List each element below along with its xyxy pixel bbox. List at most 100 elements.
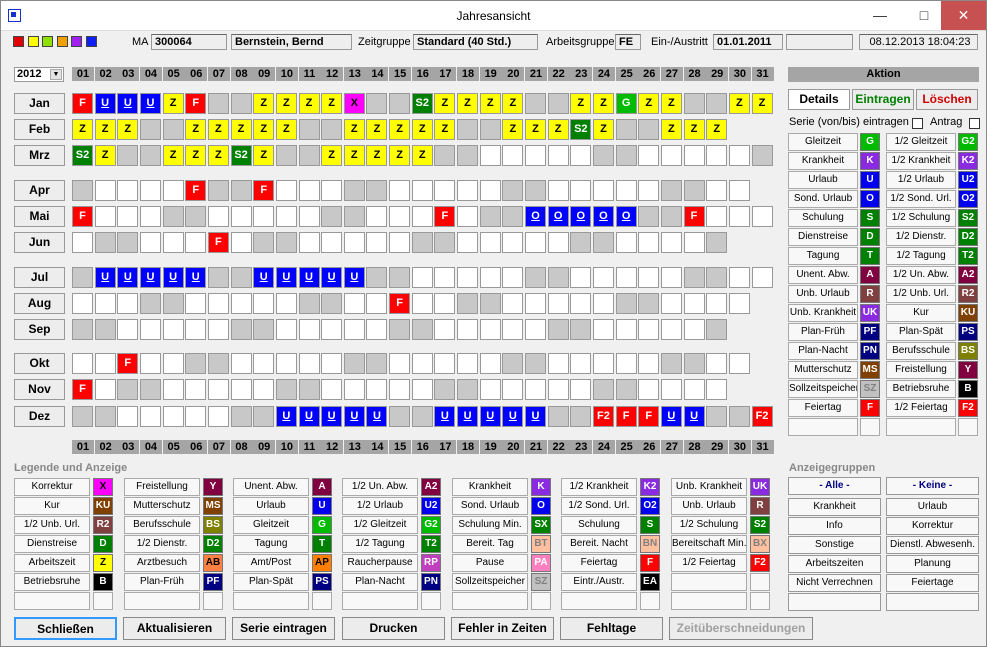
day-cell[interactable]: U xyxy=(479,406,501,427)
day-cell[interactable]: U xyxy=(321,406,343,427)
day-cell[interactable] xyxy=(207,379,229,400)
day-cell[interactable] xyxy=(366,206,388,227)
day-cell[interactable] xyxy=(253,206,275,227)
day-cell[interactable] xyxy=(321,232,343,253)
day-cell[interactable] xyxy=(457,353,479,374)
aktion-code[interactable]: PN xyxy=(860,342,880,360)
aktion-code[interactable]: F xyxy=(860,399,880,417)
day-cell[interactable] xyxy=(162,119,184,140)
gruppe-button[interactable]: Sonstige xyxy=(788,536,881,554)
day-cell[interactable] xyxy=(139,293,161,314)
day-cell[interactable] xyxy=(162,406,184,427)
aktion-code[interactable]: KU xyxy=(958,304,978,322)
day-cell[interactable] xyxy=(389,232,411,253)
day-cell[interactable]: Z xyxy=(547,119,569,140)
maximize-icon[interactable]: □ xyxy=(908,1,940,30)
aktion-code[interactable]: G xyxy=(860,133,880,151)
gruppe-button[interactable]: Info xyxy=(788,517,881,535)
day-cell[interactable] xyxy=(117,406,139,427)
gruppe-button[interactable]: Korrektur xyxy=(886,517,979,535)
day-cell[interactable] xyxy=(94,206,116,227)
aktion-item[interactable]: Mutterschutz xyxy=(788,361,858,379)
day-cell[interactable]: Z xyxy=(321,145,343,166)
day-cell[interactable] xyxy=(411,379,433,400)
day-cell[interactable] xyxy=(411,319,433,340)
day-cell[interactable] xyxy=(547,319,569,340)
day-cell[interactable] xyxy=(72,293,93,314)
day-cell[interactable] xyxy=(139,319,161,340)
day-cell[interactable] xyxy=(638,293,660,314)
day-cell[interactable] xyxy=(411,206,433,227)
day-cell[interactable] xyxy=(706,180,728,201)
day-cell[interactable] xyxy=(389,319,411,340)
day-cell[interactable] xyxy=(207,267,229,288)
day-cell[interactable]: Z xyxy=(117,119,139,140)
day-cell[interactable]: F xyxy=(185,180,207,201)
day-cell[interactable] xyxy=(298,232,320,253)
day-cell[interactable] xyxy=(275,180,297,201)
day-cell[interactable]: Z xyxy=(706,119,728,140)
aktion-item[interactable]: Plan-Nacht xyxy=(788,342,858,360)
day-cell[interactable]: S2 xyxy=(72,145,93,166)
day-cell[interactable]: Z xyxy=(479,93,501,114)
aktion-item[interactable]: Urlaub xyxy=(788,171,858,189)
day-cell[interactable]: Z xyxy=(457,93,479,114)
day-cell[interactable] xyxy=(638,353,660,374)
day-cell[interactable] xyxy=(275,353,297,374)
day-cell[interactable]: Z xyxy=(638,93,660,114)
day-cell[interactable] xyxy=(139,206,161,227)
day-cell[interactable] xyxy=(185,232,207,253)
day-cell[interactable] xyxy=(525,93,546,114)
day-cell[interactable] xyxy=(321,319,343,340)
gruppe-button[interactable]: Feiertage xyxy=(886,574,979,592)
aktion-item[interactable]: Dienstreise xyxy=(788,228,858,246)
day-cell[interactable] xyxy=(411,353,433,374)
day-cell[interactable] xyxy=(162,293,184,314)
day-cell[interactable] xyxy=(728,353,750,374)
tab-eintragen[interactable]: Eintragen xyxy=(852,89,914,110)
day-cell[interactable] xyxy=(525,232,546,253)
aktion-item[interactable]: Unent. Abw. xyxy=(788,266,858,284)
aktion-code[interactable]: Y xyxy=(958,361,978,379)
aktion-item[interactable]: Schulung xyxy=(788,209,858,227)
aktion-code[interactable]: PF xyxy=(860,323,880,341)
day-cell[interactable] xyxy=(411,232,433,253)
month-button-mai[interactable]: Mai xyxy=(14,206,65,227)
aktion-code[interactable]: T2 xyxy=(958,247,978,265)
day-cell[interactable] xyxy=(615,145,637,166)
day-cell[interactable] xyxy=(230,406,252,427)
day-cell[interactable] xyxy=(660,353,682,374)
day-cell[interactable] xyxy=(298,145,320,166)
day-cell[interactable] xyxy=(706,145,728,166)
day-cell[interactable] xyxy=(275,232,297,253)
day-cell[interactable]: U xyxy=(298,406,320,427)
day-cell[interactable] xyxy=(457,145,479,166)
day-cell[interactable] xyxy=(728,180,750,201)
day-cell[interactable] xyxy=(162,180,184,201)
day-cell[interactable] xyxy=(570,293,592,314)
color-square[interactable] xyxy=(42,36,53,47)
day-cell[interactable]: O xyxy=(592,206,614,227)
day-cell[interactable]: U xyxy=(117,93,139,114)
aktion-item[interactable]: Kur xyxy=(886,304,956,322)
day-cell[interactable]: U xyxy=(275,267,297,288)
day-cell[interactable]: Z xyxy=(592,119,614,140)
aktion-item[interactable]: Unb. Urlaub xyxy=(788,285,858,303)
day-cell[interactable] xyxy=(117,293,139,314)
day-cell[interactable] xyxy=(706,379,728,400)
aktion-code[interactable]: BS xyxy=(958,342,978,360)
day-cell[interactable]: Z xyxy=(185,145,207,166)
serie-eintragen-button[interactable]: Serie eintragen xyxy=(232,617,335,640)
day-cell[interactable] xyxy=(94,319,116,340)
day-cell[interactable]: Z xyxy=(411,119,433,140)
day-cell[interactable] xyxy=(411,267,433,288)
day-cell[interactable] xyxy=(547,232,569,253)
day-cell[interactable] xyxy=(94,406,116,427)
day-cell[interactable]: Z xyxy=(162,93,184,114)
day-cell[interactable] xyxy=(434,232,456,253)
day-cell[interactable] xyxy=(343,232,365,253)
day-cell[interactable] xyxy=(502,293,524,314)
day-cell[interactable] xyxy=(253,293,275,314)
day-cell[interactable] xyxy=(321,293,343,314)
day-cell[interactable] xyxy=(230,180,252,201)
